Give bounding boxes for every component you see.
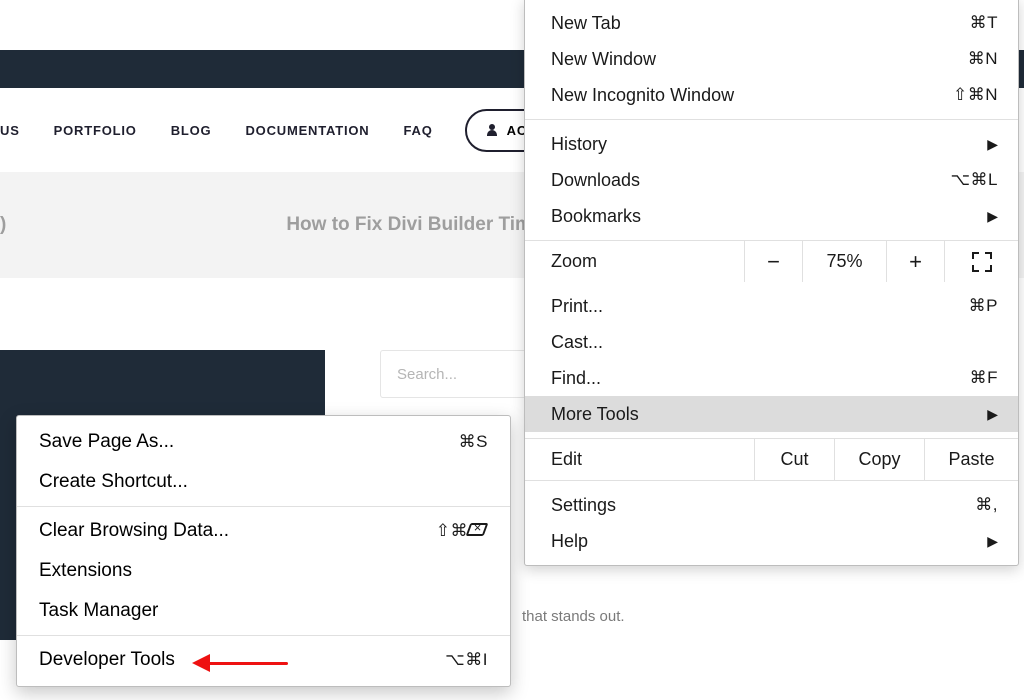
menu-zoom-row: Zoom − 75% + <box>525 240 1018 282</box>
menu-downloads[interactable]: Downloads ⌥⌘L <box>525 162 1018 198</box>
nav-item-us[interactable]: US <box>0 123 20 138</box>
nav-item-faq[interactable]: FAQ <box>404 123 433 138</box>
menu-label: Bookmarks <box>551 206 641 227</box>
chevron-right-icon: ▶ <box>987 136 998 153</box>
nav-item-portfolio[interactable]: PORTFOLIO <box>54 123 137 138</box>
chevron-right-icon: ▶ <box>987 533 998 550</box>
menu-find[interactable]: Find... ⌘F <box>525 360 1018 396</box>
menu-label: New Incognito Window <box>551 85 734 106</box>
shortcut: ⇧⌘ <box>436 521 488 541</box>
menu-label: More Tools <box>551 404 639 425</box>
nav-item-blog[interactable]: BLOG <box>171 123 212 138</box>
chevron-right-icon: ▶ <box>987 208 998 225</box>
submenu-task-manager[interactable]: Task Manager <box>17 591 510 631</box>
menu-label: Cast... <box>551 332 603 353</box>
menu-new-window[interactable]: New Window ⌘N <box>525 41 1018 77</box>
submenu-label: Clear Browsing Data... <box>39 520 229 542</box>
shortcut: ⌘S <box>459 432 488 452</box>
edit-label: Edit <box>525 439 754 480</box>
nav-item-documentation[interactable]: DOCUMENTATION <box>245 123 369 138</box>
submenu-label: Extensions <box>39 560 132 582</box>
fullscreen-icon <box>972 252 992 272</box>
menu-cast[interactable]: Cast... <box>525 324 1018 360</box>
edit-cut-button[interactable]: Cut <box>754 439 834 480</box>
edit-paste-button[interactable]: Paste <box>924 439 1018 480</box>
menu-new-tab[interactable]: New Tab ⌘T <box>525 5 1018 41</box>
shortcut: ⌘T <box>970 13 998 33</box>
user-icon <box>487 124 497 136</box>
breadcrumb-suffix: ) <box>0 214 6 236</box>
fullscreen-button[interactable] <box>944 241 1018 282</box>
more-tools-submenu: Save Page As... ⌘S Create Shortcut... Cl… <box>16 415 511 687</box>
submenu-label: Save Page As... <box>39 431 174 453</box>
menu-new-incognito[interactable]: New Incognito Window ⇧⌘N <box>525 77 1018 113</box>
menu-label: Print... <box>551 296 603 317</box>
menu-help[interactable]: Help ▶ <box>525 523 1018 559</box>
search-placeholder: Search... <box>397 366 457 383</box>
zoom-in-button[interactable]: + <box>886 241 944 282</box>
zoom-out-button[interactable]: − <box>744 241 802 282</box>
erase-icon <box>466 523 489 536</box>
shortcut: ⇧⌘N <box>953 85 998 105</box>
menu-label: New Window <box>551 49 656 70</box>
shortcut: ⌘N <box>968 49 998 69</box>
article-snippet: that stands out. <box>522 608 625 625</box>
submenu-label: Create Shortcut... <box>39 471 188 493</box>
submenu-developer-tools[interactable]: Developer Tools ⌥⌘I <box>17 640 510 680</box>
article-title: How to Fix Divi Builder Timeo <box>286 214 554 236</box>
menu-label: Settings <box>551 495 616 516</box>
submenu-save-page[interactable]: Save Page As... ⌘S <box>17 422 510 462</box>
shortcut: ⌘P <box>969 296 998 316</box>
menu-label: History <box>551 134 607 155</box>
edit-copy-button[interactable]: Copy <box>834 439 924 480</box>
submenu-extensions[interactable]: Extensions <box>17 551 510 591</box>
menu-history[interactable]: History ▶ <box>525 126 1018 162</box>
shortcut: ⌥⌘L <box>950 170 998 190</box>
submenu-clear-browsing-data[interactable]: Clear Browsing Data... ⇧⌘ <box>17 511 510 551</box>
shortcut: ⌘, <box>975 495 998 515</box>
menu-label: Help <box>551 531 588 552</box>
chevron-right-icon: ▶ <box>987 406 998 423</box>
chrome-main-menu: New Tab ⌘T New Window ⌘N New Incognito W… <box>524 0 1019 566</box>
menu-label: Find... <box>551 368 601 389</box>
shortcut: ⌘F <box>970 368 998 388</box>
zoom-label: Zoom <box>525 241 744 282</box>
menu-bookmarks[interactable]: Bookmarks ▶ <box>525 198 1018 234</box>
submenu-label: Developer Tools <box>39 649 175 671</box>
submenu-label: Task Manager <box>39 600 158 622</box>
menu-label: Downloads <box>551 170 640 191</box>
menu-print[interactable]: Print... ⌘P <box>525 288 1018 324</box>
menu-edit-row: Edit Cut Copy Paste <box>525 438 1018 481</box>
submenu-create-shortcut[interactable]: Create Shortcut... <box>17 462 510 502</box>
zoom-value: 75% <box>802 241 886 282</box>
menu-settings[interactable]: Settings ⌘, <box>525 487 1018 523</box>
shortcut: ⌥⌘I <box>445 650 488 670</box>
menu-label: New Tab <box>551 13 621 34</box>
menu-more-tools[interactable]: More Tools ▶ <box>525 396 1018 432</box>
